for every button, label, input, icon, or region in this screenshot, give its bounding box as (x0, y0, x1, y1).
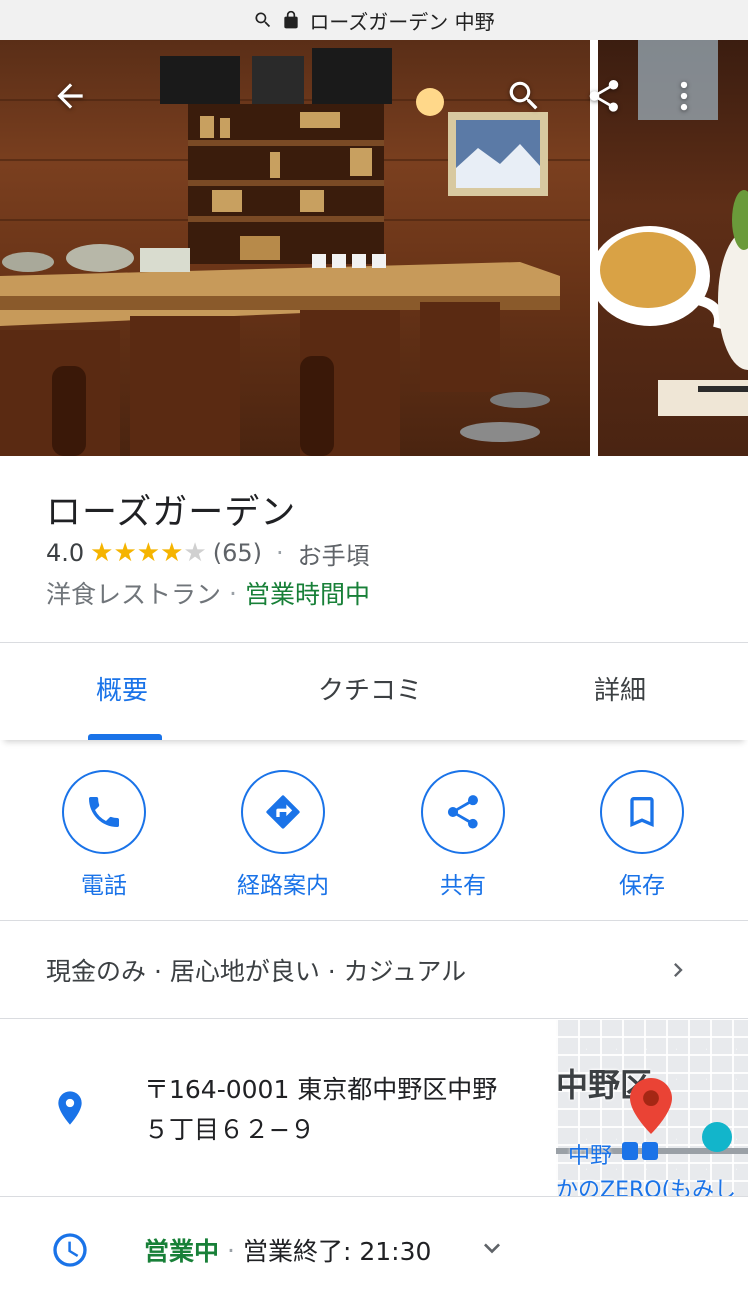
more-vert-icon (680, 81, 688, 111)
star-empty-icon: ★ (183, 538, 207, 568)
category-row: 洋食レストラン · 営業時間中 (46, 575, 370, 611)
divider (0, 1018, 748, 1019)
arrow-back-icon (57, 83, 83, 109)
star-icon: ★ (90, 538, 114, 568)
url-text: ローズガーデン 中野 (309, 9, 495, 34)
separator: · (227, 1235, 235, 1265)
share-icon (589, 80, 619, 112)
directions-label: 経路案内 (237, 873, 329, 899)
back-button[interactable] (48, 74, 92, 118)
search-button[interactable] (502, 74, 546, 118)
hours-row[interactable]: 営業中 · 営業終了: 21:30 (0, 1198, 748, 1296)
address-line-1: 〒164-0001 東京都中野区中野 (144, 1075, 498, 1104)
station-icons (622, 1142, 658, 1160)
separator: · (229, 578, 237, 608)
review-count: (65) (212, 539, 262, 567)
star-rating: ★ ★ ★ ★ ★ (90, 540, 207, 566)
share-action-button[interactable]: 共有 (393, 770, 533, 900)
action-bar: 電話 経路案内 共有 保存 (0, 770, 748, 900)
divider (0, 1196, 748, 1197)
tab-details[interactable]: 詳細 (594, 670, 646, 707)
tab-overview[interactable]: 概要 (96, 670, 148, 707)
save-circle (600, 770, 684, 854)
photo-toolbar (0, 40, 748, 152)
clock-icon (50, 1230, 90, 1270)
search-icon (255, 12, 271, 28)
attributes-row[interactable]: 現金のみ · 居心地が良い · カジュアル (0, 922, 748, 1018)
open-status: 営業時間中 (244, 580, 370, 609)
save-label: 保存 (619, 873, 665, 899)
divider (0, 920, 748, 921)
address-row[interactable]: 〒164-0001 東京都中野区中野 ５丁目６２−９ 中野区 中野 かのZERO… (0, 1020, 748, 1196)
star-icon: ★ (136, 538, 161, 568)
map-pin-icon (630, 1078, 672, 1134)
call-button[interactable]: 電話 (34, 770, 174, 900)
address-text: 〒164-0001 東京都中野区中野 ５丁目６２−９ (144, 1070, 544, 1150)
map-station-label: 中野 (568, 1144, 613, 1169)
lock-icon (284, 10, 298, 29)
category: 洋食レストラン (46, 580, 222, 609)
hours-line: 営業中 · 営業終了: 21:30 (144, 1232, 431, 1268)
search-icon (509, 81, 538, 110)
directions-circle (241, 770, 325, 854)
address-line-2: ５丁目６２−９ (144, 1115, 315, 1144)
attributes-text: 現金のみ · 居心地が良い · カジュアル (46, 957, 467, 986)
chevron-right-icon (664, 956, 692, 984)
tab-bar: 概要 クチコミ 詳細 (0, 644, 748, 740)
bookmark-icon (630, 797, 654, 827)
call-circle (62, 770, 146, 854)
share-circle (421, 770, 505, 854)
directions-button[interactable]: 経路案内 (213, 770, 353, 900)
park-icon (702, 1122, 732, 1152)
star-icon: ★ (160, 538, 184, 568)
chevron-down-icon[interactable] (476, 1232, 508, 1264)
map-thumbnail[interactable]: 中野区 中野 かのZERO(もみし (556, 1020, 748, 1196)
directions-icon (266, 795, 300, 829)
closing-time: 営業終了: 21:30 (242, 1237, 432, 1266)
url-bar[interactable]: ローズガーデン 中野 (0, 0, 748, 40)
rating-row[interactable]: 4.0 ★ ★ ★ ★ ★ (65) · お手頃 (46, 536, 370, 570)
rating-score: 4.0 (46, 539, 85, 567)
tab-reviews[interactable]: クチコミ (318, 670, 422, 707)
location-pin-icon (50, 1086, 90, 1130)
divider (0, 642, 748, 643)
place-name: ローズガーデン (46, 493, 297, 533)
save-button[interactable]: 保存 (572, 770, 712, 900)
phone-icon (89, 797, 119, 827)
tab-indicator (88, 734, 162, 740)
price-level: お手頃 (297, 541, 370, 570)
share-button[interactable] (582, 74, 626, 118)
map-poi-label: かのZERO(もみし (556, 1178, 737, 1196)
star-icon: ★ (113, 538, 137, 568)
hours-status: 営業中 (144, 1237, 220, 1266)
more-options-button[interactable] (662, 74, 706, 118)
call-label: 電話 (81, 873, 127, 899)
share-icon (447, 795, 478, 829)
share-label: 共有 (440, 873, 486, 899)
separator: · (276, 539, 284, 567)
